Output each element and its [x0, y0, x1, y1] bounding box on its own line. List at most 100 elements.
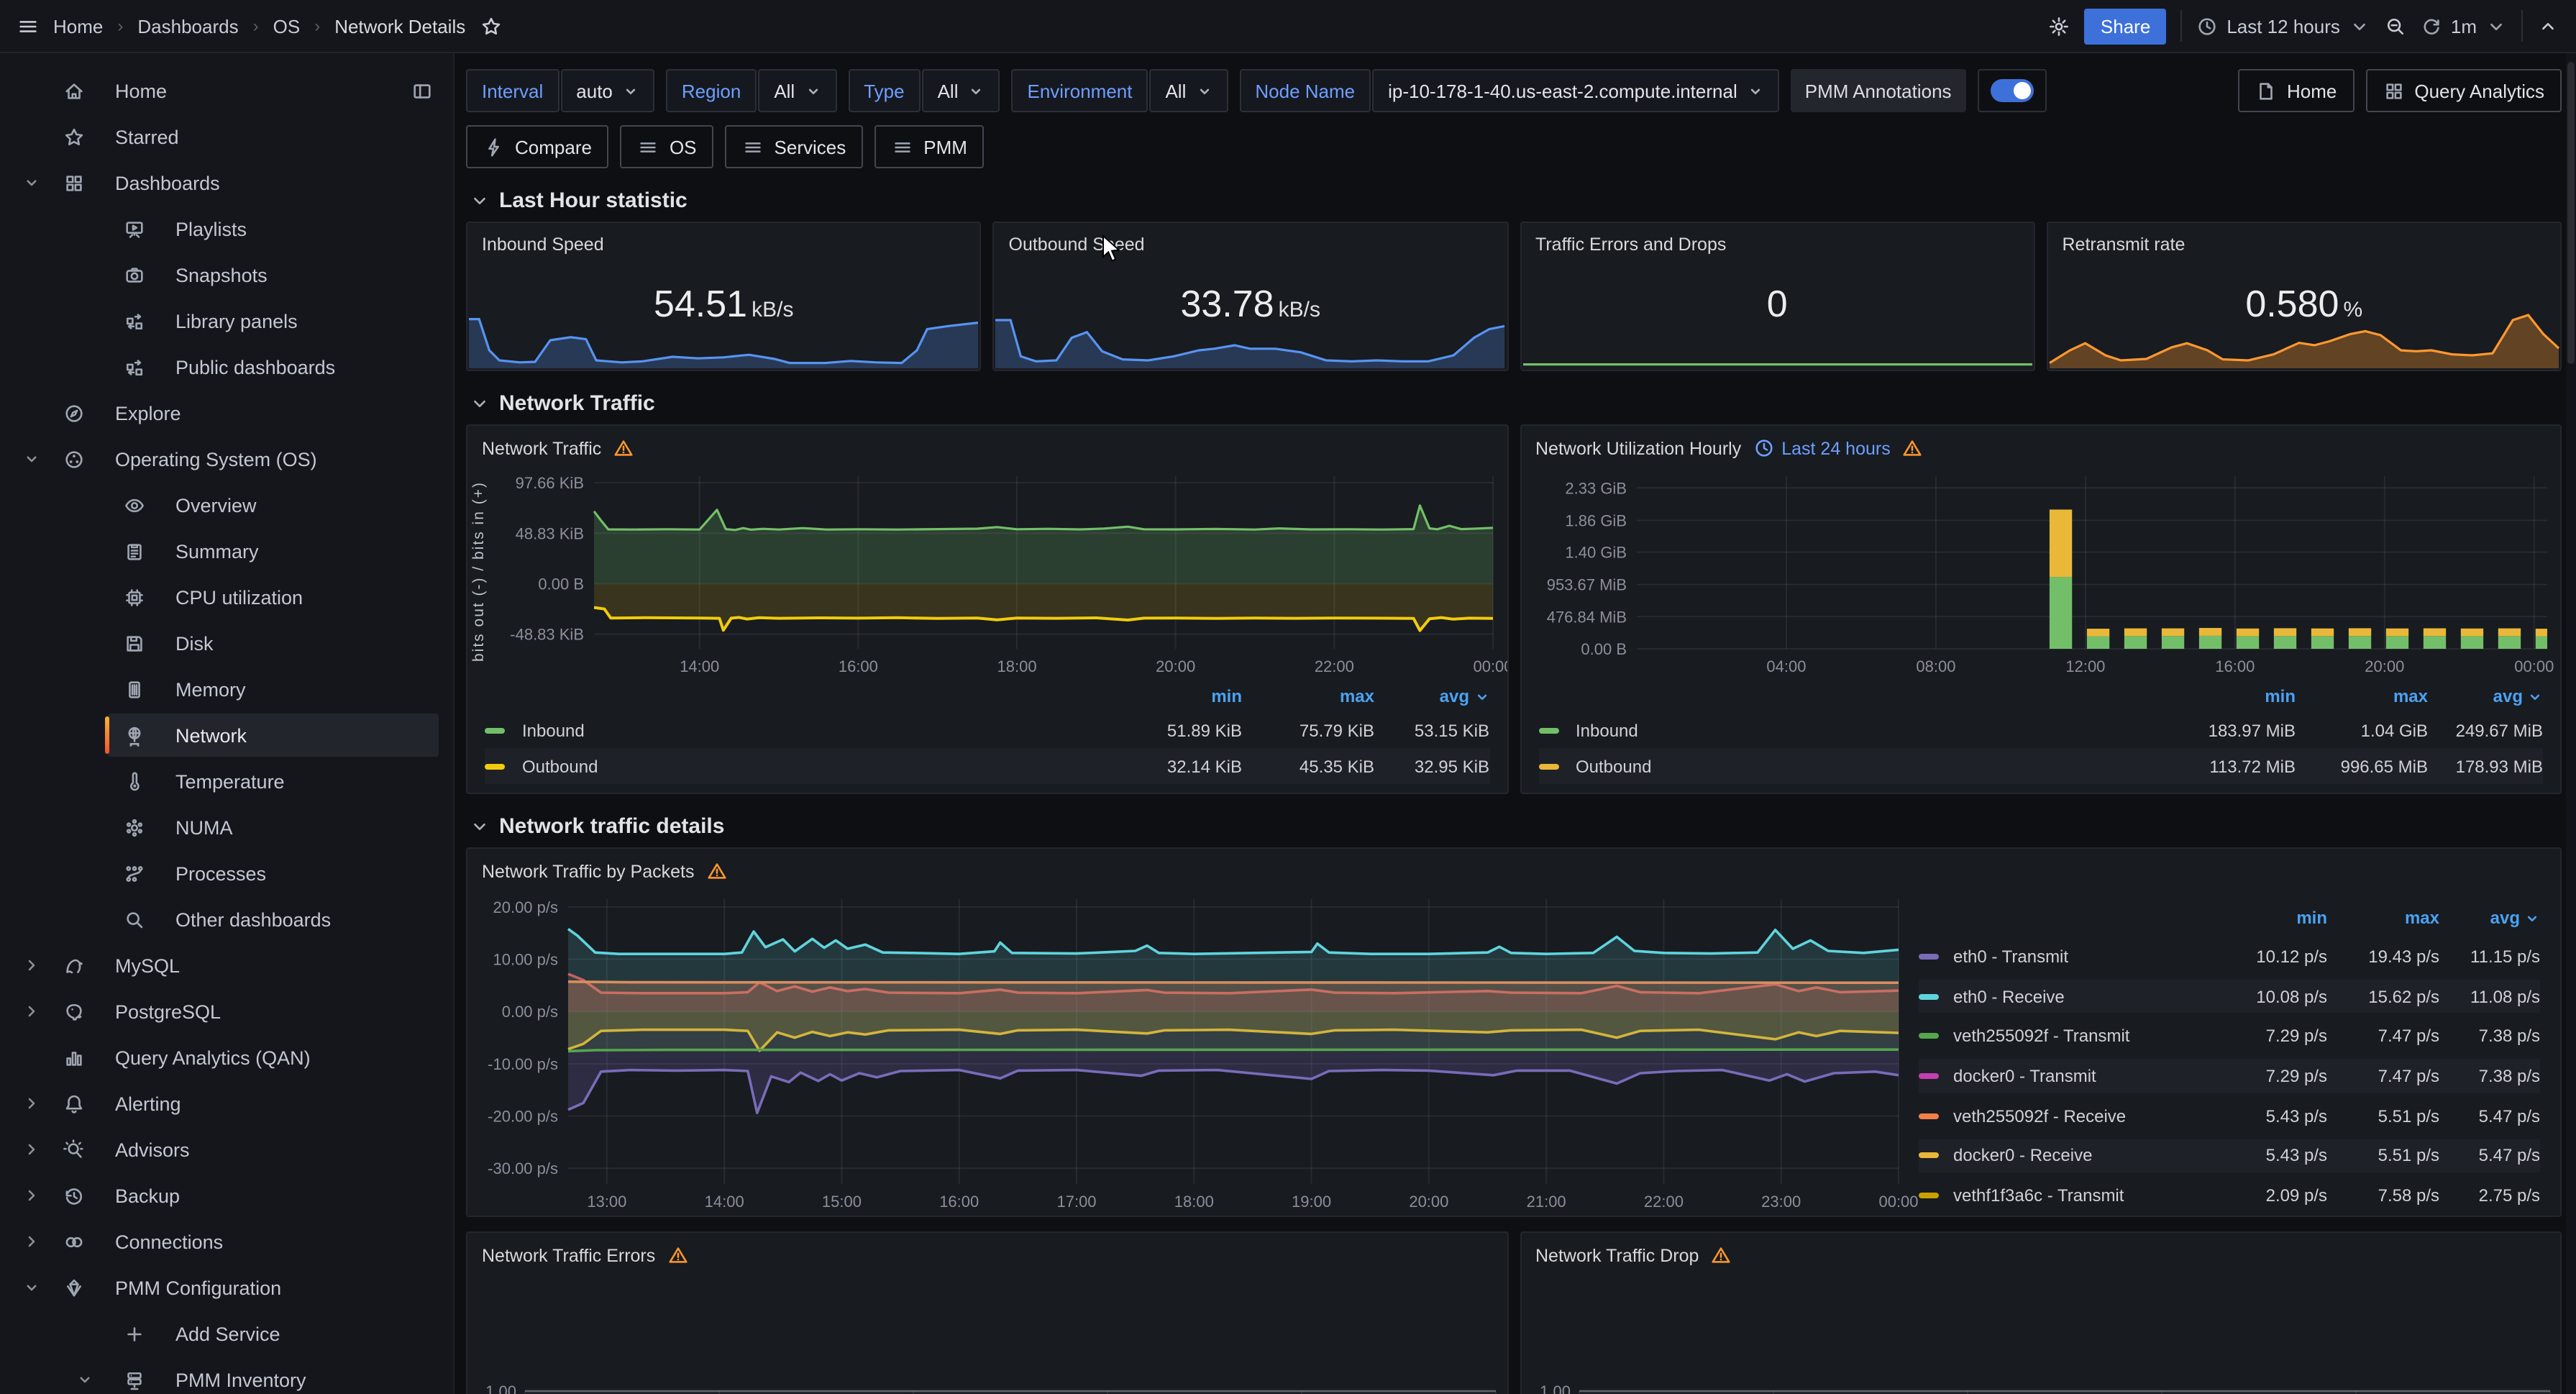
- sidebar-item-memory[interactable]: Memory: [0, 666, 453, 712]
- menu-toggle-icon[interactable]: [17, 15, 39, 37]
- sidebar-item-temperature[interactable]: Temperature: [0, 758, 453, 804]
- chevron-right-icon[interactable]: [23, 957, 40, 974]
- time-range-link[interactable]: Last 24 hours: [1753, 437, 1891, 459]
- time-range-picker[interactable]: Last 12 hours: [2196, 15, 2370, 37]
- legend-sort-max[interactable]: max: [1242, 683, 1374, 712]
- panel-network-traffic-drop[interactable]: Network Traffic Drop 1.00: [1520, 1231, 2562, 1394]
- filter-value-dropdown[interactable]: All: [758, 69, 836, 112]
- warning-icon[interactable]: [1710, 1244, 1732, 1266]
- panel-network-traffic-errors[interactable]: Network Traffic Errors 1.00: [466, 1231, 1508, 1394]
- panel-network-traffic-by-packets[interactable]: Network Traffic by Packets 13:0014:0015:…: [466, 847, 2562, 1217]
- sidebar-item-snapshots[interactable]: Snapshots: [0, 252, 453, 298]
- legend-series-label[interactable]: Inbound: [1576, 712, 2163, 748]
- sidebar-item-pmm-configuration[interactable]: PMM Configuration: [0, 1265, 453, 1311]
- services-button[interactable]: Services: [726, 125, 864, 168]
- chevron-right-icon[interactable]: [23, 1095, 40, 1112]
- legend-sort-min[interactable]: min: [2163, 683, 2296, 712]
- section-last-hour-statistic[interactable]: Last Hour statistic: [469, 188, 2562, 213]
- filter-value-dropdown[interactable]: ip-10-178-1-40.us-east-2.compute.interna…: [1372, 69, 1779, 112]
- legend-sort-avg[interactable]: avg: [1374, 683, 1489, 712]
- sidebar-item-alerting[interactable]: Alerting: [0, 1080, 453, 1126]
- breadcrumb-os[interactable]: OS: [273, 15, 301, 37]
- share-button[interactable]: Share: [2085, 8, 2166, 44]
- sidebar-item-other-dashboards[interactable]: Other dashboards: [0, 896, 453, 942]
- legend-series-label[interactable]: Inbound: [522, 712, 1110, 748]
- legend-series-label[interactable]: veth255092f - Transmit: [1953, 1019, 2215, 1053]
- panel-network-utilization-hourly[interactable]: Network Utilization Hourly Last 24 hours…: [1520, 424, 2562, 794]
- sidebar-item-pmm-inventory[interactable]: PMM Inventory: [0, 1357, 453, 1394]
- query-analytics-button[interactable]: Query Analytics: [2365, 69, 2562, 112]
- panel-outbound-speed[interactable]: Outbound Speed 33.78kB/s: [993, 222, 1509, 371]
- legend-sort-max[interactable]: max: [2296, 683, 2428, 712]
- filter-value-dropdown[interactable]: auto: [560, 69, 654, 112]
- panel-inbound-speed[interactable]: Inbound Speed 54.51kB/s: [466, 222, 982, 371]
- favorite-star-icon[interactable]: [480, 15, 501, 37]
- sidebar-item-operating-system-os[interactable]: Operating System (OS): [0, 436, 453, 482]
- filter-label[interactable]: Node Name: [1239, 69, 1371, 112]
- sidebar-item-network[interactable]: Network: [0, 712, 453, 758]
- sidebar-item-explore[interactable]: Explore: [0, 390, 453, 436]
- sidebar-item-public-dashboards[interactable]: Public dashboards: [0, 344, 453, 390]
- pmm-annotations-toggle[interactable]: [1978, 69, 2047, 112]
- filter-value-dropdown[interactable]: All: [1149, 69, 1228, 112]
- chevron-right-icon[interactable]: [23, 1141, 40, 1158]
- legend-series-label[interactable]: Outbound: [522, 748, 1110, 784]
- kiosk-mode-icon[interactable]: [2537, 15, 2559, 37]
- legend-sort-avg[interactable]: avg: [2428, 683, 2543, 712]
- panel-retransmit-rate[interactable]: Retransmit rate 0.580%: [2047, 222, 2562, 371]
- section-network-traffic[interactable]: Network Traffic: [469, 391, 2562, 416]
- dashboard-settings-icon[interactable]: [2049, 15, 2070, 37]
- network-utilization-chart[interactable]: 04:0008:0012:0016:0020:0000:002.33 GiB1.…: [1521, 462, 2560, 680]
- legend-series-label[interactable]: eth0 - Transmit: [1953, 940, 2215, 974]
- chevron-right-icon[interactable]: [23, 1003, 40, 1020]
- network-traffic-chart[interactable]: 14:0016:0018:0020:0022:0000:0097.66 KiB4…: [490, 462, 1507, 680]
- chevron-right-icon[interactable]: [23, 1187, 40, 1204]
- warning-icon[interactable]: [706, 860, 728, 882]
- sidebar-item-dashboards[interactable]: Dashboards: [0, 160, 453, 206]
- sidebar-item-numa[interactable]: NUMA: [0, 804, 453, 850]
- refresh-button[interactable]: 1m: [2421, 15, 2507, 37]
- filter-label[interactable]: Type: [848, 69, 920, 112]
- home-button[interactable]: Home: [2238, 69, 2354, 112]
- sidebar-item-overview[interactable]: Overview: [0, 482, 453, 528]
- legend-series-label[interactable]: docker0 - Receive: [1953, 1139, 2215, 1172]
- sidebar-item-cpu-utilization[interactable]: CPU utilization: [0, 574, 453, 620]
- breadcrumb-home[interactable]: Home: [53, 15, 103, 37]
- warning-icon[interactable]: [1902, 437, 1924, 459]
- sidebar-item-connections[interactable]: Connections: [0, 1218, 453, 1265]
- filter-label[interactable]: Environment: [1012, 69, 1148, 112]
- sidebar-item-playlists[interactable]: Playlists: [0, 206, 453, 252]
- sidebar-item-advisors[interactable]: Advisors: [0, 1126, 453, 1172]
- chevron-right-icon[interactable]: [23, 1233, 40, 1250]
- legend-sort-min[interactable]: min: [2215, 908, 2327, 934]
- section-network-traffic-details[interactable]: Network traffic details: [469, 814, 2562, 839]
- chevron-down-icon[interactable]: [23, 450, 40, 468]
- sidebar-item-mysql[interactable]: MySQL: [0, 942, 453, 988]
- page-scrollbar[interactable]: [2566, 53, 2576, 1394]
- sidebar-item-summary[interactable]: Summary: [0, 528, 453, 574]
- chevron-down-icon[interactable]: [23, 174, 40, 191]
- legend-series-label[interactable]: docker0 - Transmit: [1953, 1060, 2215, 1093]
- panel-traffic-errors-drops[interactable]: Traffic Errors and Drops 0: [1520, 222, 2035, 371]
- sidebar-item-query-analytics-qan[interactable]: Query Analytics (QAN): [0, 1034, 453, 1080]
- warning-icon[interactable]: [667, 1244, 688, 1266]
- legend-sort-max[interactable]: max: [2327, 908, 2439, 934]
- pmm-button[interactable]: PMM: [874, 125, 985, 168]
- os-button[interactable]: OS: [621, 125, 714, 168]
- warning-icon[interactable]: [613, 437, 634, 459]
- filter-label[interactable]: Interval: [466, 69, 559, 112]
- sidebar-item-postgresql[interactable]: PostgreSQL: [0, 988, 453, 1034]
- sidebar-item-add-service[interactable]: Add Service: [0, 1311, 453, 1357]
- sidebar-item-processes[interactable]: Processes: [0, 850, 453, 896]
- scrollbar-thumb[interactable]: [2567, 62, 2575, 364]
- network-packets-chart[interactable]: 13:0014:0015:0016:0017:0018:0019:0020:00…: [467, 885, 1913, 1216]
- legend-sort-min[interactable]: min: [1110, 683, 1242, 712]
- panel-network-traffic[interactable]: Network Traffic bits out (-) / bits in (…: [466, 424, 1508, 794]
- toggle-switch[interactable]: [1991, 79, 2034, 102]
- sidebar-item-starred[interactable]: Starred: [0, 114, 453, 160]
- compare-button[interactable]: Compare: [466, 125, 609, 168]
- sidebar-item-backup[interactable]: Backup: [0, 1172, 453, 1218]
- sidebar-item-home[interactable]: Home: [0, 68, 453, 114]
- dock-sidebar-icon[interactable]: [411, 80, 433, 101]
- legend-series-label[interactable]: eth0 - Receive: [1953, 980, 2215, 1013]
